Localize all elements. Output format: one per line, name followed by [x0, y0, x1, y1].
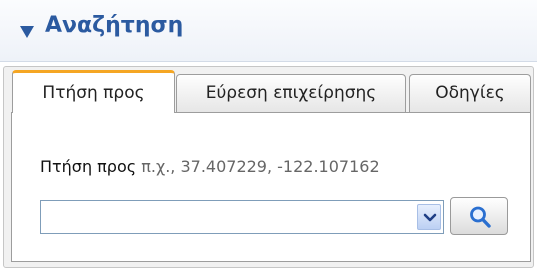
tab-fly-to[interactable]: Πτήση προς — [12, 70, 175, 113]
fly-to-input[interactable] — [41, 201, 413, 233]
chevron-down-icon — [423, 213, 437, 222]
fly-to-label-text: Πτήση προς — [40, 157, 137, 176]
tab-content — [11, 112, 531, 262]
fly-to-example-hint: π.χ., 37.407229, -122.107162 — [141, 157, 380, 176]
panel-title[interactable]: Αναζήτηση — [45, 13, 183, 38]
fly-to-combobox[interactable] — [40, 200, 444, 234]
fly-to-label: Πτήση προς π.χ., 37.407229, -122.107162 — [40, 157, 380, 176]
search-button[interactable] — [450, 197, 508, 235]
panel-header[interactable]: Αναζήτηση — [0, 0, 537, 62]
tab-find-business[interactable]: Εύρεση επιχείρησης — [176, 74, 406, 112]
tab-directions[interactable]: Οδηγίες — [409, 74, 531, 112]
magnifier-icon — [470, 206, 491, 228]
triangle-down-icon[interactable] — [20, 26, 34, 38]
dropdown-button[interactable] — [417, 204, 441, 230]
